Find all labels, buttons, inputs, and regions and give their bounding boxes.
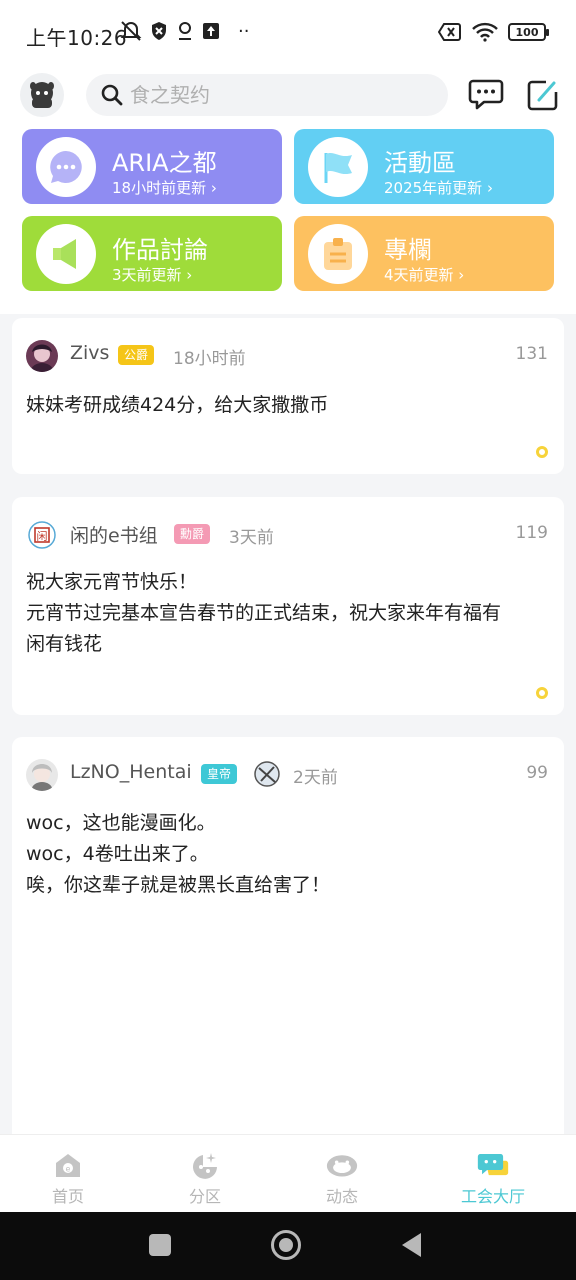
- post-line: 妹妹考研成绩424分，给大家撒撒币: [26, 394, 329, 416]
- more-icon: ··: [238, 20, 250, 42]
- category-icon-wrap: [36, 224, 96, 284]
- author-avatar[interactable]: 闲: [26, 519, 58, 551]
- nav-label: 动态: [325, 1187, 358, 1206]
- post-time: 2天前: [293, 768, 338, 788]
- rank-badge: 公爵: [118, 345, 155, 365]
- no-sim-icon: [438, 23, 461, 41]
- svg-text:闲: 闲: [37, 529, 48, 543]
- home-button[interactable]: [271, 1230, 301, 1260]
- reply-count: 99: [526, 763, 548, 783]
- post-time: 18小时前: [173, 349, 246, 369]
- category-icon-wrap: [308, 137, 368, 197]
- user-avatar-button[interactable]: [20, 73, 64, 117]
- chat-icon: [468, 79, 504, 110]
- anime-avatar-icon: [26, 759, 58, 791]
- compose-button[interactable]: [524, 76, 562, 114]
- back-button[interactable]: [400, 1232, 422, 1258]
- post-line: 闲有钱花: [26, 633, 103, 655]
- status-time: 上午10:26: [26, 26, 128, 50]
- upload-icon: [203, 23, 219, 39]
- author-avatar[interactable]: [26, 759, 58, 791]
- category-card-events[interactable]: 活動區 2025年前更新 ›: [294, 129, 554, 204]
- coin-indicator: [536, 446, 548, 458]
- notebook-icon: [324, 238, 352, 270]
- category-title: 活動區: [384, 149, 456, 177]
- rank-badge: 皇帝: [201, 764, 238, 784]
- post-content: woc，这也能漫画化。 woc，4卷吐出来了。 唉，你这辈子就是被黑长直给害了！: [26, 808, 544, 901]
- post-line: woc，4卷吐出来了。: [26, 843, 209, 865]
- recent-apps-button[interactable]: [149, 1234, 171, 1256]
- author-avatar[interactable]: [26, 340, 58, 372]
- coin-indicator: [536, 687, 548, 699]
- app-header: [0, 66, 576, 124]
- location-icon: [179, 22, 191, 40]
- post-line: woc，这也能漫画化。: [26, 812, 216, 834]
- post-card[interactable]: LzNO_Hentai 皇帝 2天前 99 woc，这也能漫画化。 woc，4卷…: [12, 737, 564, 1134]
- author-name[interactable]: 闲的e书组: [70, 521, 158, 548]
- home-button-dot: [279, 1238, 293, 1252]
- search-bar[interactable]: [86, 74, 448, 116]
- nav-category[interactable]: 分区: [145, 1135, 265, 1213]
- flag-icon: [324, 152, 352, 183]
- post-content: 祝大家元宵节快乐！ 元宵节过完基本宣告春节的正式结束，祝大家来年有福有 闲有钱花: [26, 567, 544, 660]
- search-icon: [101, 84, 123, 106]
- category-title: 作品討論: [112, 236, 208, 264]
- category-card-column[interactable]: 專欄 4天前更新 ›: [294, 216, 554, 291]
- rank-badge: 勳爵: [174, 524, 211, 544]
- category-updated: 3天前更新 ›: [112, 266, 193, 284]
- author-name[interactable]: Zivs: [70, 342, 109, 364]
- edit-icon: [527, 80, 558, 111]
- status-system-icons: 100: [438, 22, 549, 42]
- post-line: 元宵节过完基本宣告春节的正式结束，祝大家来年有福有: [26, 602, 502, 624]
- category-card-discussion[interactable]: 作品討論 3天前更新 ›: [22, 216, 282, 291]
- shield-icon: [152, 22, 166, 40]
- home-icon: e: [52, 1151, 84, 1179]
- feed-icon: [326, 1151, 358, 1179]
- reply-count: 131: [515, 344, 548, 364]
- nav-label: 分区: [188, 1187, 221, 1206]
- post-card[interactable]: 闲 闲的e书组 勳爵 3天前 119 祝大家元宵节快乐！ 元宵节过完基本宣告春节…: [12, 497, 564, 715]
- xian-logo-icon: 闲: [28, 521, 56, 549]
- author-name[interactable]: LzNO_Hentai: [70, 761, 192, 783]
- nav-guild-hall[interactable]: 工会大厅: [433, 1135, 553, 1213]
- status-bar: 上午10:26 ·· 100: [0, 0, 576, 66]
- wifi-icon: [472, 22, 498, 42]
- category-icon-wrap: [36, 137, 96, 197]
- post-card[interactable]: Zivs 公爵 18小时前 131 妹妹考研成绩424分，给大家撒撒币: [12, 318, 564, 474]
- battery-icon: 100: [508, 23, 549, 41]
- post-time: 3天前: [229, 528, 274, 548]
- reply-count: 119: [515, 523, 548, 543]
- category-title: 專欄: [384, 236, 432, 264]
- messages-button[interactable]: [467, 76, 505, 114]
- svg-text:e: e: [66, 1165, 71, 1174]
- battery-level: 100: [515, 25, 539, 39]
- default-avatar-icon: [30, 82, 54, 108]
- post-line: 唉，你这辈子就是被黑长直给害了！: [26, 874, 331, 896]
- nav-feed[interactable]: 动态: [282, 1135, 402, 1213]
- category-grid: ARIA之都 18小时前更新 › 活動區 2025年前更新 › 作品討論 3天前…: [0, 124, 576, 314]
- category-updated: 4天前更新 ›: [384, 266, 465, 284]
- category-updated: 18小时前更新 ›: [112, 179, 217, 197]
- nav-home[interactable]: e 首页: [8, 1135, 128, 1213]
- category-icon: [189, 1151, 221, 1179]
- category-card-aria[interactable]: ARIA之都 18小时前更新 ›: [22, 129, 282, 204]
- post-line: 祝大家元宵节快乐！: [26, 571, 198, 593]
- post-content: 妹妹考研成绩424分，给大家撒撒币: [26, 390, 544, 421]
- category-icon-wrap: [308, 224, 368, 284]
- guild-hall-icon: [477, 1151, 509, 1179]
- megaphone-icon: [53, 239, 76, 269]
- speech-bubble-icon: [50, 151, 82, 183]
- search-input[interactable]: [130, 83, 430, 107]
- category-updated: 2025年前更新 ›: [384, 179, 493, 197]
- bottom-navigation: e 首页 分区 动态 工会大厅: [0, 1134, 576, 1212]
- nav-label: 首页: [51, 1187, 84, 1206]
- nav-label: 工会大厅: [460, 1187, 525, 1206]
- category-title: ARIA之都: [112, 149, 217, 177]
- mute-bell-icon: [120, 21, 142, 41]
- character-sticker-icon: [254, 761, 280, 787]
- status-notification-icons: ··: [120, 20, 249, 42]
- anime-avatar-icon: [26, 340, 58, 372]
- system-navigation-bar: [0, 1212, 576, 1280]
